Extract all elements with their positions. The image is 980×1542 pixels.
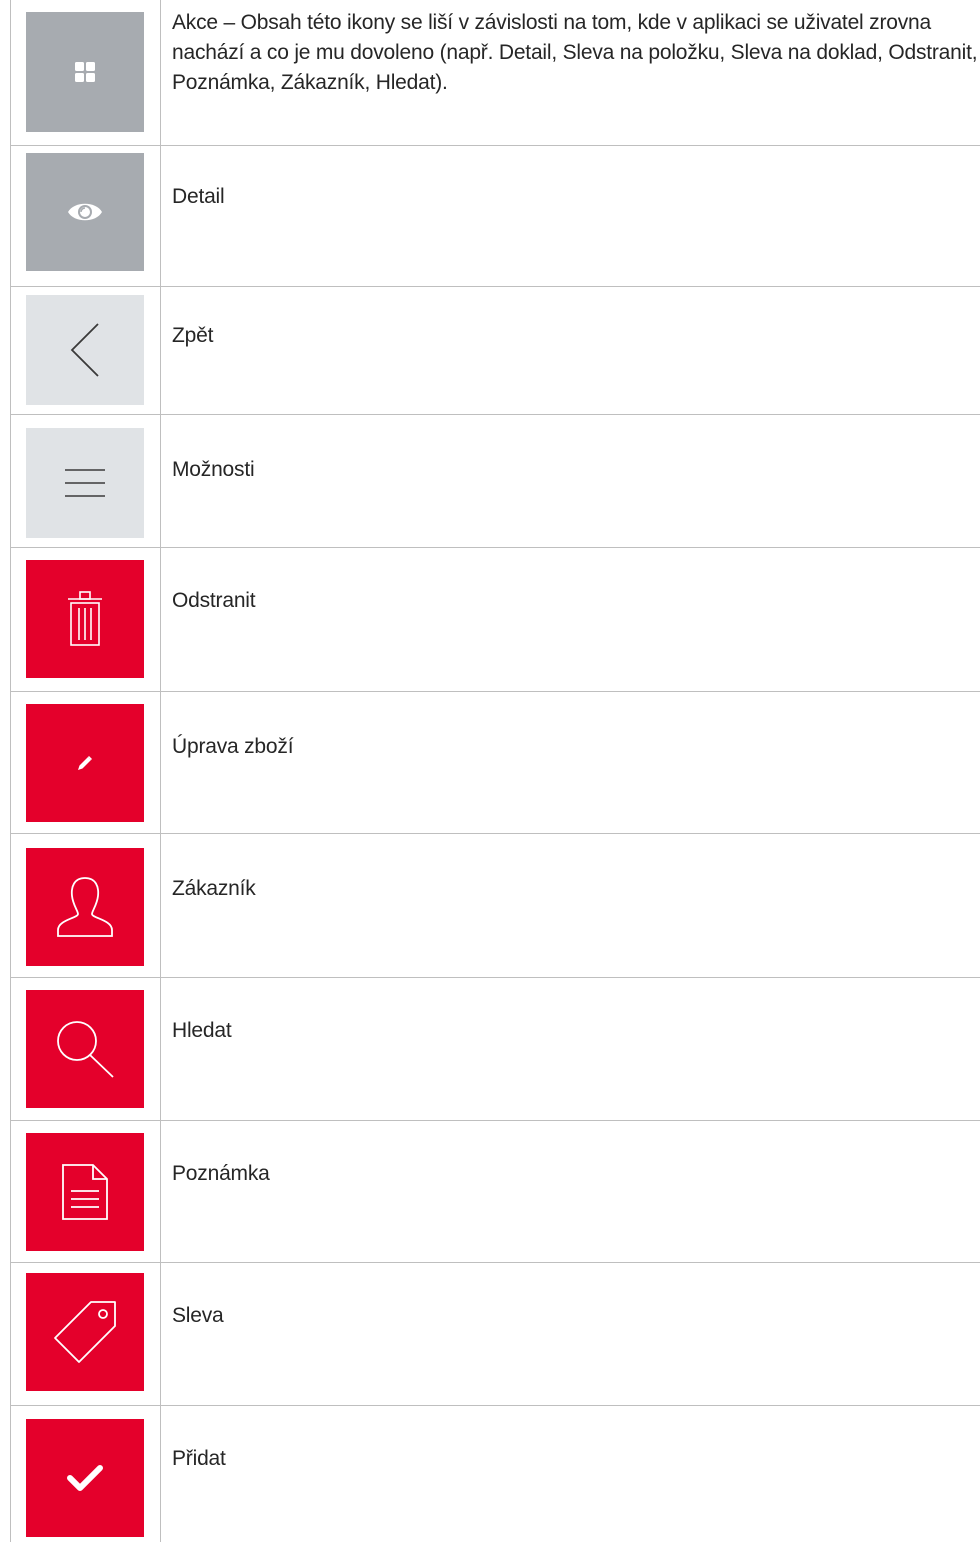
action-tile — [26, 12, 144, 132]
table-row: Zákazník — [10, 834, 980, 978]
table-row: Sleva — [10, 1263, 980, 1406]
table-row: Detail — [10, 146, 980, 287]
row-description: Možnosti — [172, 458, 255, 481]
icon-legend-table: Akce – Obsah této ikony se liší v závisl… — [0, 0, 980, 1542]
options-tile — [26, 428, 144, 538]
table-row: Hledat — [10, 978, 980, 1121]
customer-tile — [26, 848, 144, 966]
detail-tile — [26, 153, 144, 271]
search-icon — [57, 1021, 114, 1078]
table-row: Odstranit — [10, 548, 980, 692]
row-description: Detail — [172, 185, 225, 208]
row-description: Hledat — [172, 1019, 232, 1042]
eye-icon — [68, 203, 102, 221]
row-description: Přidat — [172, 1447, 226, 1470]
row-description: Odstranit — [172, 589, 256, 612]
table-row: Akce – Obsah této ikony se liší v závisl… — [10, 0, 980, 146]
edit-tile — [26, 704, 144, 822]
discount-tile — [26, 1273, 144, 1391]
chevron-left-icon — [70, 323, 99, 377]
trash-icon — [68, 591, 102, 646]
user-icon — [57, 877, 113, 937]
tag-icon — [54, 1301, 116, 1363]
table-row: Zpět — [10, 287, 980, 415]
pencil-icon — [78, 756, 92, 770]
note-icon — [62, 1164, 108, 1220]
table-row: Úprava zboží — [10, 692, 980, 834]
table-row: Možnosti — [10, 415, 980, 548]
row-description: Akce – Obsah této ikony se liší v závisl… — [172, 11, 978, 94]
table-row: Přidat — [10, 1406, 980, 1542]
row-description: Sleva — [172, 1304, 224, 1327]
add-tile — [26, 1419, 144, 1537]
row-description: Úprava zboží — [172, 735, 294, 758]
table-row: Poznámka — [10, 1121, 980, 1263]
grid-icon — [75, 62, 95, 82]
menu-icon — [65, 469, 105, 497]
row-description: Poznámka — [172, 1162, 270, 1185]
row-description: Zákazník — [172, 877, 256, 900]
search-tile — [26, 990, 144, 1108]
note-tile — [26, 1133, 144, 1251]
delete-tile — [26, 560, 144, 678]
check-icon — [67, 1465, 103, 1491]
row-description: Zpět — [172, 324, 214, 347]
back-tile — [26, 295, 144, 405]
